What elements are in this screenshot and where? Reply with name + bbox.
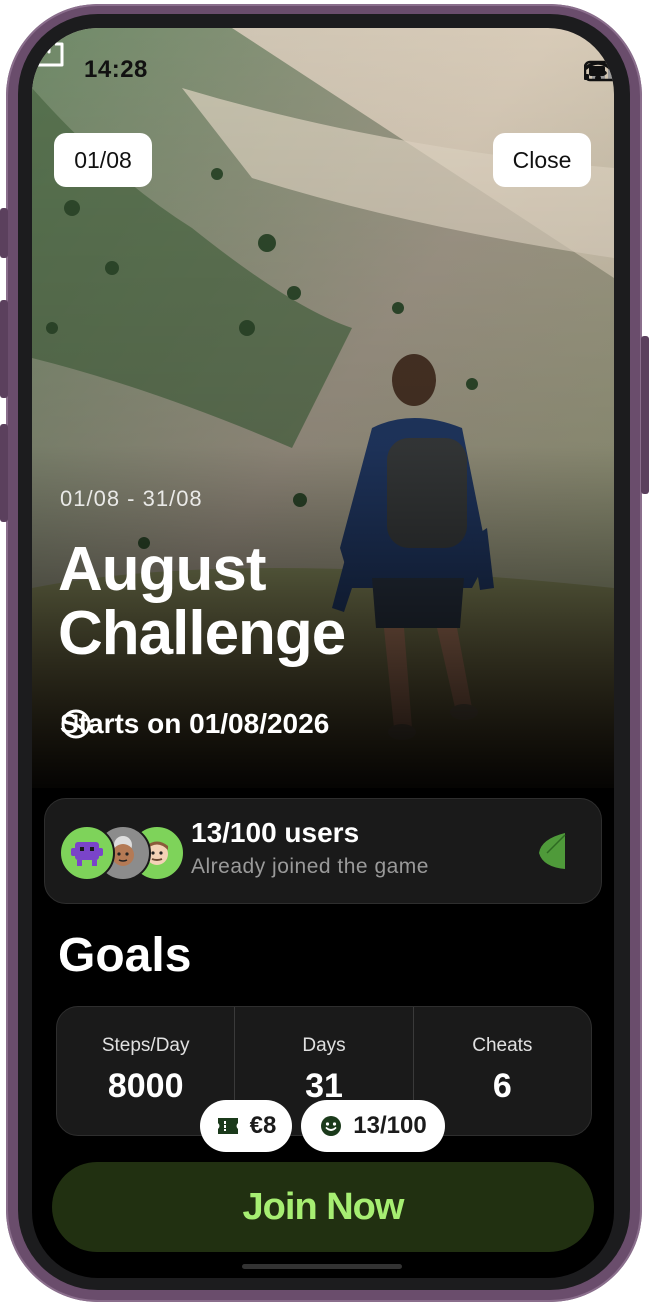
volume-down-button <box>0 424 8 522</box>
users-subtitle: Already joined the game <box>191 855 429 878</box>
battery-icon <box>584 60 614 82</box>
challenge-date-range: 01/08 - 31/08 <box>60 486 203 511</box>
challenge-counter-badge: 01/08 <box>54 133 152 187</box>
challenge-title: August Challenge <box>58 535 346 668</box>
join-now-button[interactable]: Join Now <box>52 1162 594 1252</box>
avatar-stack <box>59 823 185 881</box>
hero-image: 14:28 01/08 Close 01/08 - 31/08 August C… <box>32 28 614 788</box>
ticket-icon <box>217 1118 238 1134</box>
smiley-icon <box>321 1116 342 1136</box>
leaf-icon <box>539 833 566 869</box>
power-button <box>641 336 649 494</box>
goal-value: 6 <box>492 1067 512 1105</box>
participants-value: 13/100 <box>353 1112 427 1139</box>
start-date-row: Starts on 01/08/2026 <box>60 708 329 740</box>
price-value: €8 <box>249 1112 277 1139</box>
goal-value: 8000 <box>107 1067 184 1105</box>
participants-chip: 13/100 <box>301 1100 445 1152</box>
share-icon[interactable] <box>32 28 66 68</box>
price-chip: €8 <box>200 1100 292 1152</box>
space-invader-avatar <box>59 825 115 881</box>
joined-users-card[interactable]: 13/100 users Already joined the game <box>44 798 602 904</box>
status-time: 14:28 <box>84 56 148 83</box>
challenge-title-line2: Challenge <box>58 599 346 668</box>
goal-label: Steps/Day <box>101 1035 190 1056</box>
clock-icon <box>61 709 91 739</box>
volume-up-button <box>0 300 8 398</box>
close-button[interactable]: Close <box>493 133 591 187</box>
challenge-title-line1: August <box>58 535 267 604</box>
mute-switch <box>0 208 8 258</box>
goal-label: Days <box>302 1035 346 1056</box>
goal-label: Cheats <box>472 1035 533 1056</box>
app-screen: 14:28 01/08 Close 01/08 - 31/08 August C… <box>32 28 614 1278</box>
goals-heading: Goals <box>58 929 192 982</box>
home-indicator <box>242 1264 402 1269</box>
users-count: 13/100 users <box>191 817 360 848</box>
start-date-text: Starts on 01/08/2026 <box>60 708 330 739</box>
